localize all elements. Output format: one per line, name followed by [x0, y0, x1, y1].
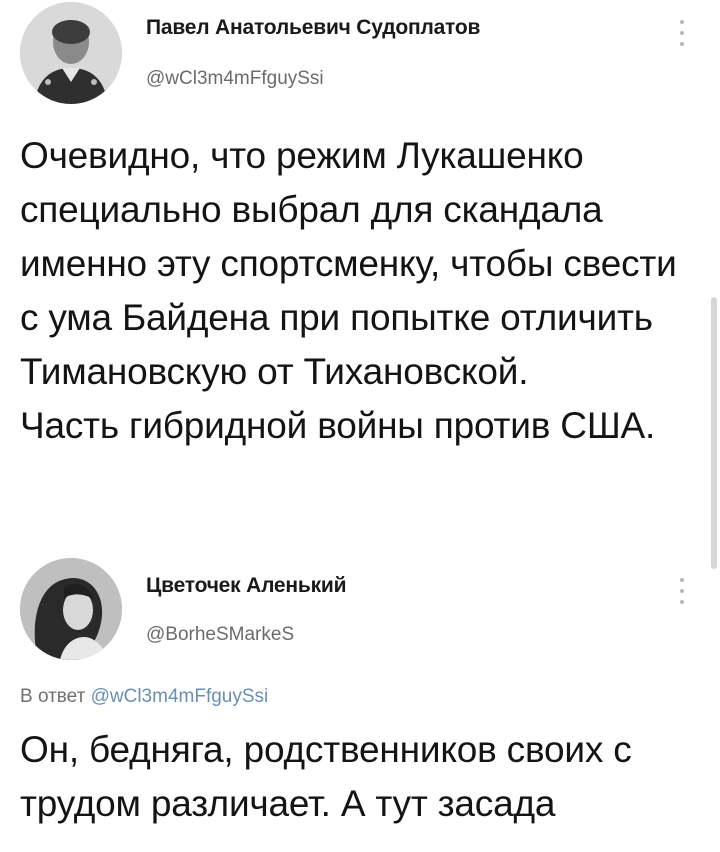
more-options-icon[interactable]	[675, 20, 689, 46]
avatar-photo-icon	[20, 558, 122, 660]
author-handle[interactable]: @wCl3m4mFfguySsi	[146, 68, 324, 90]
avatar-photo-icon	[20, 2, 122, 104]
avatar[interactable]	[20, 558, 122, 660]
tweet-text: Он, бедняга, родственников своих с трудо…	[20, 729, 632, 824]
reply-to-line: В ответ @wCl3m4mFfguySsi	[20, 686, 268, 708]
more-options-icon[interactable]	[675, 578, 689, 604]
author-handle[interactable]: @BorheSMarkeS	[146, 624, 294, 646]
reply-prefix: В ответ	[20, 686, 86, 707]
reply-to-handle-link[interactable]: @wCl3m4mFfguySsi	[91, 686, 269, 707]
author-name[interactable]: Павел Анатольевич Судоплатов	[146, 16, 480, 40]
tweet-2: Цветочек Аленький @BorheSMarkeS В ответ …	[0, 556, 720, 852]
scrollbar[interactable]	[711, 297, 717, 569]
author-name[interactable]: Цветочек Аленький	[146, 574, 347, 598]
tweet-text: Очевидно, что режим Лукашенко специально…	[20, 135, 677, 446]
tweet-1: Павел Анатольевич Судоплатов @wCl3m4mFfg…	[0, 0, 720, 560]
avatar[interactable]	[20, 2, 122, 104]
